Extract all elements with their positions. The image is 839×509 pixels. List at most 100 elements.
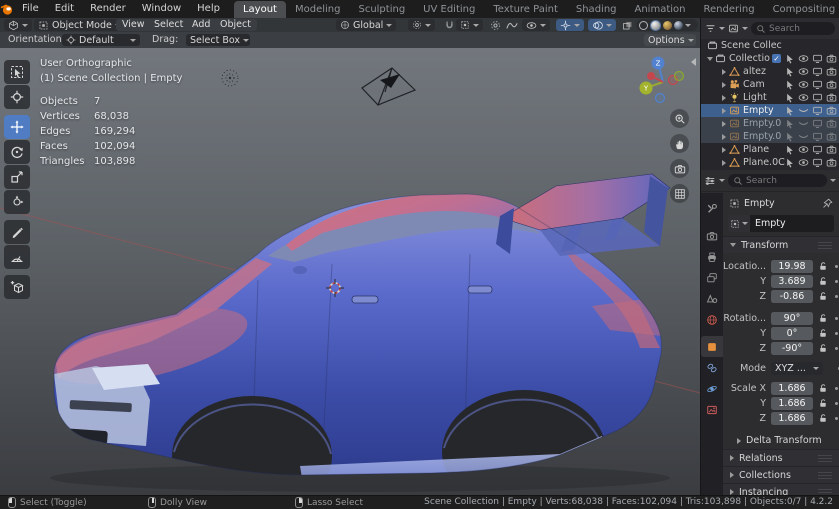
selectable-icon[interactable] <box>785 158 795 168</box>
render-disable-icon[interactable] <box>826 118 837 129</box>
animate-dot[interactable] <box>835 280 838 283</box>
tab-modeling[interactable]: Modeling <box>286 1 350 18</box>
tab-animation[interactable]: Animation <box>626 1 695 18</box>
object-name-value[interactable]: Empty <box>750 215 834 232</box>
hide-eye-icon[interactable] <box>798 79 809 90</box>
overlays-dropdown[interactable] <box>588 19 616 31</box>
render-disable-icon[interactable] <box>826 66 837 77</box>
tab-uv-editing[interactable]: UV Editing <box>414 1 484 18</box>
tool-annotate[interactable] <box>4 220 30 244</box>
light-object[interactable] <box>222 70 238 86</box>
blender-logo-icon[interactable] <box>0 2 14 16</box>
properties-search-input[interactable]: Search <box>728 174 827 187</box>
location-z-field[interactable]: -0.86 <box>771 290 813 303</box>
outliner-search-input[interactable]: Search <box>751 22 835 35</box>
viewport-disable-icon[interactable] <box>812 131 823 142</box>
tool-rotate[interactable] <box>4 140 30 164</box>
snap-settings-dropdown[interactable] <box>456 19 483 31</box>
viewport-disable-icon[interactable] <box>812 144 823 155</box>
tab-world[interactable] <box>701 309 723 330</box>
tool-select-box[interactable] <box>4 60 30 84</box>
tab-rendering[interactable]: Rendering <box>694 1 763 18</box>
outliner-row-altez[interactable]: altez <box>701 65 839 78</box>
tab-scene[interactable] <box>701 288 723 309</box>
menu-select[interactable]: Select <box>148 19 189 31</box>
unhide-eye-closed-icon[interactable] <box>798 131 809 142</box>
shading-material-button[interactable] <box>663 21 672 30</box>
animate-dot[interactable] <box>835 265 838 268</box>
outliner-row-light[interactable]: Light <box>701 91 839 104</box>
render-disable-icon[interactable] <box>826 131 837 142</box>
menu-edit[interactable]: Edit <box>47 0 82 18</box>
render-disable-icon[interactable] <box>826 144 837 155</box>
selectable-icon[interactable] <box>785 93 795 103</box>
shading-rendered-button[interactable] <box>674 21 683 30</box>
viewport-disable-icon[interactable] <box>812 79 823 90</box>
tab-texture-paint[interactable]: Texture Paint <box>484 1 567 18</box>
unhide-eye-closed-icon[interactable] <box>798 118 809 129</box>
properties-editor-caret[interactable] <box>719 179 725 182</box>
hide-eye-icon[interactable] <box>798 53 809 64</box>
car-model[interactable] <box>46 174 670 495</box>
tab-output[interactable] <box>701 246 723 267</box>
pin-icon[interactable] <box>822 198 833 209</box>
outliner-row-scene-collection[interactable]: Scene Collec <box>701 39 839 52</box>
object-visibility-dropdown[interactable] <box>522 19 550 31</box>
panel-grip[interactable] <box>818 472 832 479</box>
render-disable-icon[interactable] <box>826 79 837 90</box>
scale-z-field[interactable]: 1.686 <box>771 412 813 425</box>
tool-scale[interactable] <box>4 165 30 189</box>
lock-open-icon[interactable] <box>816 276 830 286</box>
render-disable-icon[interactable] <box>826 92 837 103</box>
tab-sculpting[interactable]: Sculpting <box>349 1 414 18</box>
selectable-icon[interactable] <box>785 67 795 77</box>
instancing-panel[interactable]: Instancing <box>723 483 839 495</box>
outliner-filter-icon[interactable] <box>728 23 739 34</box>
camera-view-button[interactable] <box>670 159 689 178</box>
outliner-row-plane[interactable]: Plane <box>701 143 839 156</box>
viewport-disable-icon[interactable] <box>812 118 823 129</box>
menu-window[interactable]: Window <box>134 0 189 18</box>
outliner-display-caret[interactable] <box>719 27 725 30</box>
tab-shading[interactable]: Shading <box>567 1 626 18</box>
lock-open-icon[interactable] <box>816 291 830 301</box>
tab-physics[interactable] <box>701 378 723 399</box>
selectable-icon[interactable] <box>785 106 795 116</box>
properties-options-caret[interactable] <box>830 179 836 182</box>
camera-object[interactable] <box>362 68 415 105</box>
menu-file[interactable]: File <box>14 0 47 18</box>
zoom-view-button[interactable] <box>670 109 689 128</box>
render-disable-icon[interactable] <box>826 157 837 168</box>
tab-render[interactable] <box>701 225 723 246</box>
animate-dot[interactable] <box>835 402 838 405</box>
animate-dot[interactable] <box>835 295 838 298</box>
gizmo-x-axis[interactable] <box>647 72 655 80</box>
render-disable-icon[interactable] <box>826 105 837 116</box>
viewport-disable-icon[interactable] <box>812 53 823 64</box>
tool-add-cube[interactable] <box>4 275 30 299</box>
outliner-row-empty-002[interactable]: Empty.0 <box>701 130 839 143</box>
tab-compositing[interactable]: Compositing <box>764 1 839 18</box>
viewport-disable-icon[interactable] <box>812 157 823 168</box>
shading-solid-button[interactable] <box>650 20 661 31</box>
hide-eye-icon[interactable] <box>798 157 809 168</box>
outliner-display-mode-icon[interactable] <box>705 23 716 34</box>
outliner-row-collection[interactable]: Collectio ✓ <box>701 52 839 65</box>
lock-open-icon[interactable] <box>816 328 830 338</box>
viewport-disable-icon[interactable] <box>812 66 823 77</box>
sidebar-collapse-icon[interactable] <box>691 58 696 66</box>
xray-toggle[interactable] <box>618 19 637 31</box>
tool-transform[interactable] <box>4 190 30 214</box>
navigation-gizmo[interactable]: Z Y <box>637 54 689 106</box>
gizmo-y-neg[interactable] <box>675 72 684 81</box>
hide-eye-icon[interactable] <box>798 144 809 155</box>
animate-dot[interactable] <box>835 332 838 335</box>
hide-eye-icon[interactable] <box>798 92 809 103</box>
ortho-toggle-button[interactable] <box>670 184 689 203</box>
relations-panel[interactable]: Relations <box>723 449 839 466</box>
mode-dropdown[interactable]: Object Mode <box>34 19 125 31</box>
scale-x-field[interactable]: 1.686 <box>771 382 813 395</box>
tab-tool[interactable] <box>701 198 723 219</box>
gizmos-dropdown[interactable] <box>556 19 584 31</box>
tab-constraints[interactable] <box>701 357 723 378</box>
